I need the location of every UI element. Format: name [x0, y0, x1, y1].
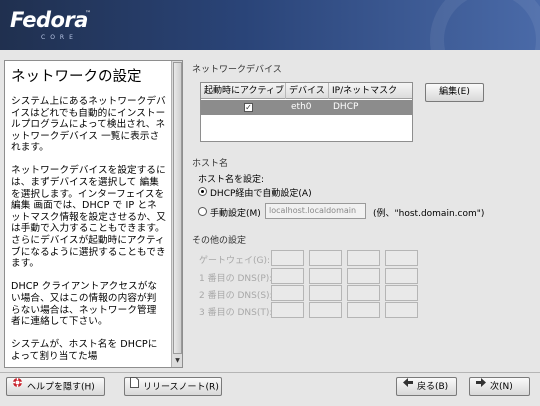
help-paragraph: DHCP クライアントアクセスがない場合、又はこの情報の内容が判らない場合は、ネ… [11, 281, 158, 328]
help-pane[interactable]: ネットワークの設定 システム上にあるネットワークデバイスはどれでも自動的にインス… [4, 60, 183, 368]
logo-trademark: ™ [85, 10, 91, 17]
ip-octet-field[interactable] [385, 302, 418, 318]
hostname-input[interactable]: localhost.localdomain [265, 203, 366, 219]
table-row[interactable]: ✓ eth0 DHCP [201, 100, 412, 115]
help-title: ネットワークの設定 [11, 69, 142, 85]
ip-octet-field[interactable] [271, 302, 304, 318]
ip-octet-field[interactable] [385, 268, 418, 284]
scroll-down-arrow-icon[interactable]: ▼ [173, 356, 182, 366]
hostname-example: (例、"host.domain.com") [373, 209, 485, 219]
network-devices-label: ネットワークデバイス [192, 65, 282, 75]
hide-help-button[interactable]: ヘルプを隠す(H) [6, 377, 105, 396]
fedora-logo: Fedora [10, 8, 88, 32]
lifebuoy-icon [12, 377, 23, 395]
ip-octet-field[interactable] [347, 268, 380, 284]
ip-octet-field[interactable] [309, 250, 342, 266]
dhcp-radio-label[interactable]: DHCP経由で自動設定(A) [210, 186, 312, 199]
ip-octet-field[interactable] [347, 285, 380, 301]
next-button[interactable]: 次(N) [469, 377, 530, 396]
column-header-active[interactable]: 起動時にアクティブ [201, 83, 286, 99]
hide-help-label: ヘルプを隠す(H) [27, 382, 95, 393]
forward-arrow-icon [476, 377, 486, 394]
ip-octet-field[interactable] [271, 285, 304, 301]
scrollbar-thumb[interactable] [173, 62, 182, 354]
network-device-table[interactable]: 起動時にアクティブ デバイス IP/ネットマスク ✓ eth0 DHCP [200, 82, 413, 142]
document-icon [130, 377, 139, 395]
ip-octet-field[interactable] [309, 285, 342, 301]
back-arrow-icon [403, 377, 413, 394]
banner-watermark [430, 0, 540, 50]
dns3-label: 3 番目の DNS(T): [199, 308, 273, 318]
gateway-label: ゲートウェイ(G): [199, 256, 271, 266]
ip-octet-field[interactable] [271, 250, 304, 266]
ip-octet-field[interactable] [347, 302, 380, 318]
help-scrollbar[interactable]: ▼ [171, 61, 182, 367]
table-header: 起動時にアクティブ デバイス IP/ネットマスク [201, 83, 412, 99]
other-settings-label: その他の設定 [192, 236, 247, 246]
help-content: ネットワークの設定 システム上にあるネットワークデバイスはどれでも自動的にインス… [5, 61, 171, 367]
edit-button[interactable]: 編集(E) [425, 83, 484, 102]
back-label: 戻る(B) [417, 382, 449, 392]
device-cell: eth0 [291, 102, 312, 112]
back-button[interactable]: 戻る(B) [396, 377, 457, 396]
dns1-label: 1 番目の DNS(P): [199, 274, 273, 284]
next-label: 次(N) [490, 382, 513, 392]
column-header-device[interactable]: デバイス [286, 83, 329, 99]
ip-octet-field[interactable] [271, 268, 304, 284]
header-banner: Fedora ™ CORE [0, 0, 540, 50]
dhcp-radio[interactable] [198, 187, 207, 196]
logo-subtitle: CORE [41, 34, 78, 41]
column-header-ip[interactable]: IP/ネットマスク [329, 83, 412, 99]
manual-radio-label[interactable]: 手動設定(M) [210, 206, 261, 219]
help-paragraph: システムが、ホスト名を DHCPによって割り当てた場 [11, 339, 158, 362]
release-notes-button[interactable]: リリースノート(R) [124, 377, 222, 396]
ip-octet-field[interactable] [347, 250, 380, 266]
ip-octet-field[interactable] [309, 302, 342, 318]
active-checkbox[interactable]: ✓ [244, 103, 253, 112]
hostname-section-label: ホスト名 [192, 159, 229, 169]
ip-octet-field[interactable] [309, 268, 342, 284]
hostname-set-label: ホスト名を設定: [198, 175, 265, 185]
help-paragraph: システム上にあるネットワークデバイスはどれでも自動的にインストールプログラムによ… [11, 96, 166, 154]
ip-octet-field[interactable] [385, 285, 418, 301]
ip-cell: DHCP [333, 102, 359, 112]
footer-separator [0, 372, 540, 373]
manual-radio[interactable] [198, 207, 207, 216]
ip-octet-field[interactable] [385, 250, 418, 266]
dns2-label: 2 番目の DNS(S): [199, 291, 273, 301]
release-notes-label: リリースノート(R) [143, 382, 219, 393]
help-paragraph: ネットワークデバイスを設定するには、まずデバイスを選択して 編集 を選択します。… [11, 165, 166, 270]
